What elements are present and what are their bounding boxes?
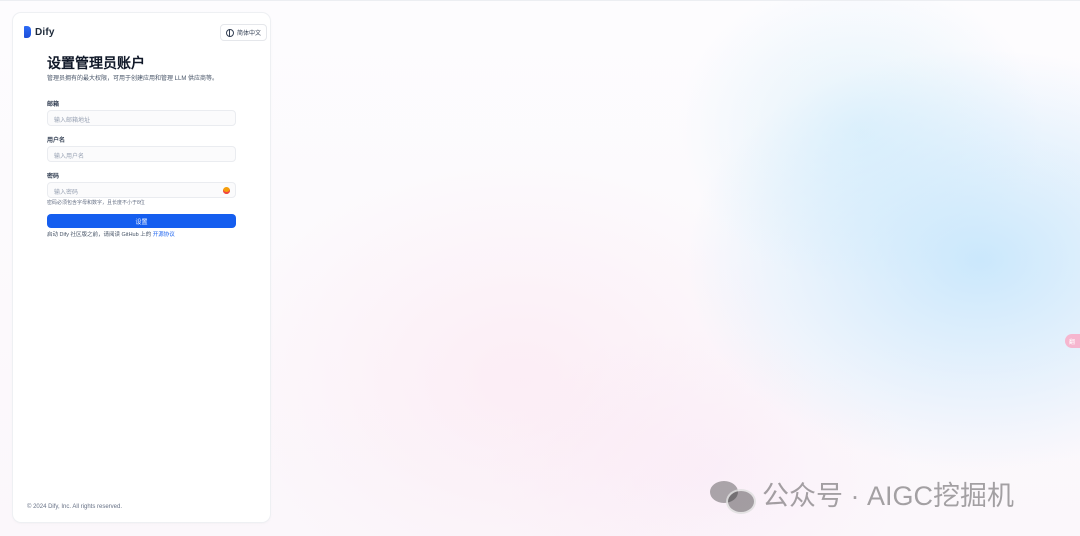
username-label: 用户名 bbox=[47, 138, 66, 144]
password-label: 密码 bbox=[47, 174, 60, 180]
license-text: 启动 Dify 社区版之前，请阅读 GitHub 上的 bbox=[47, 232, 152, 238]
eye-icon[interactable] bbox=[223, 187, 230, 194]
email-placeholder: 输入邮箱地址 bbox=[54, 118, 91, 124]
watermark: 公众号 · AIGC挖掘机 bbox=[710, 474, 1015, 514]
watermark-text: 公众号 · AIGC挖掘机 bbox=[762, 481, 1015, 511]
page-title: 设置管理员账户 bbox=[47, 55, 145, 71]
dify-logo-icon bbox=[24, 26, 31, 38]
globe-icon bbox=[226, 28, 234, 37]
language-selector[interactable]: 简体中文 bbox=[220, 24, 268, 41]
language-label: 简体中文 bbox=[237, 31, 262, 37]
username-field[interactable]: 输入用户名 bbox=[47, 146, 236, 162]
username-placeholder: 输入用户名 bbox=[54, 154, 85, 160]
password-hint: 密码必须包含字母和数字，且长度不小于8位 bbox=[47, 200, 145, 206]
license-notice: 启动 Dify 社区版之前，请阅读 GitHub 上的 开源协议 bbox=[47, 230, 175, 238]
logo: Dify bbox=[24, 26, 55, 38]
submit-button[interactable]: 设置 bbox=[47, 214, 236, 228]
wechat-icon bbox=[710, 477, 756, 514]
email-field[interactable]: 输入邮箱地址 bbox=[47, 110, 236, 126]
password-field[interactable]: 输入密码 bbox=[47, 182, 236, 198]
password-placeholder: 输入密码 bbox=[54, 190, 79, 196]
email-label: 邮箱 bbox=[47, 102, 60, 108]
setup-panel: Dify 简体中文 设置管理员账户 管理员拥有的最大权限，可用于创建应用和管理 … bbox=[13, 13, 270, 522]
logo-text: Dify bbox=[35, 26, 55, 38]
license-link[interactable]: 开源协议 bbox=[153, 232, 175, 238]
translate-side-tab[interactable]: 翻 bbox=[1065, 334, 1080, 348]
copyright: © 2024 Dify, Inc. All rights reserved. bbox=[27, 504, 123, 510]
page-subtitle: 管理员拥有的最大权限，可用于创建应用和管理 LLM 供应商等。 bbox=[47, 76, 219, 82]
top-border bbox=[0, 0, 1080, 1]
